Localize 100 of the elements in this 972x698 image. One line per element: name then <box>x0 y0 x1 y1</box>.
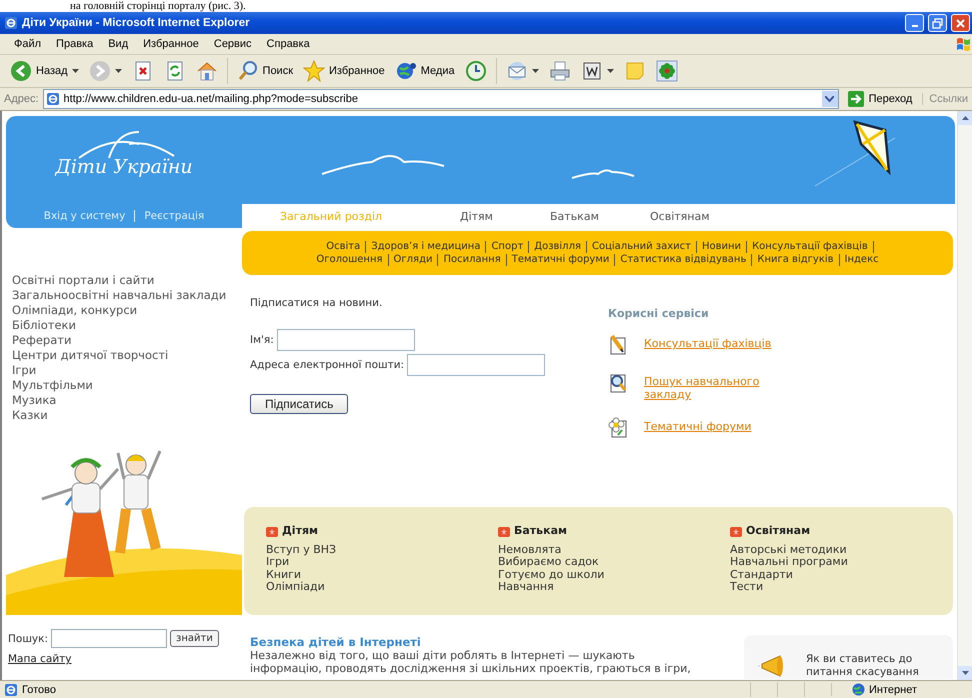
sidebar-link[interactable]: Загальноосвітні навчальні заклади <box>12 288 242 303</box>
poll-question: питання скасування <box>806 666 919 679</box>
bullet-icon <box>498 526 510 537</box>
address-label: Адрес: <box>4 93 39 105</box>
address-field[interactable]: http://www.children.edu-ua.net/mailing.php?mode=subscribe <box>42 89 839 109</box>
subnav-link[interactable]: Огляди <box>388 254 438 266</box>
search-field[interactable] <box>51 629 168 648</box>
maximize-button[interactable] <box>928 14 947 32</box>
category-link[interactable]: Стандарти <box>730 568 953 581</box>
close-button[interactable] <box>951 14 970 32</box>
go-button[interactable]: Переход <box>842 90 918 108</box>
subnav-link[interactable]: Тематичні форуми <box>506 254 616 266</box>
printer-icon <box>548 60 571 82</box>
category-link[interactable]: Вступ у ВНЗ <box>266 544 498 556</box>
subnav-link[interactable]: Освіта <box>321 240 366 252</box>
dropdown-caret-icon <box>532 68 539 74</box>
menu-item[interactable]: Избранное <box>137 37 205 51</box>
search-label: Пошук: <box>8 632 48 644</box>
section-tab[interactable]: Батькам <box>550 210 650 222</box>
magnifier-icon <box>608 372 628 394</box>
scroll-down-icon <box>962 671 968 675</box>
subnav-link[interactable]: Новини <box>696 240 748 252</box>
category-link[interactable]: Вибираємо садок <box>498 556 730 568</box>
pencil-icon <box>608 334 628 356</box>
category-link[interactable]: Тести <box>730 581 953 594</box>
windows-logo-icon <box>954 35 972 53</box>
sidebar-link[interactable]: Олімпіади, конкурси <box>12 303 242 318</box>
category-heading[interactable]: Батькам <box>514 525 568 538</box>
sticky-note-icon <box>624 60 646 82</box>
minimize-button[interactable] <box>905 14 924 32</box>
category-link[interactable]: Немовлята <box>498 544 730 556</box>
favorites-button[interactable]: Избранное <box>299 57 389 85</box>
section-tab[interactable]: Освітянам <box>650 210 750 222</box>
bullet-icon <box>730 526 742 537</box>
subnav-link[interactable]: Консультації фахівців <box>747 240 874 252</box>
category-heading[interactable]: Освітянам <box>746 525 810 538</box>
subnav-link[interactable]: Індекс <box>840 254 884 266</box>
article-title[interactable]: Безпека дітей в Інтернеті <box>250 635 730 649</box>
sidebar-link[interactable]: Бібліотеки <box>12 318 242 333</box>
menu-item[interactable]: Справка <box>260 37 316 51</box>
email-field[interactable] <box>407 354 546 376</box>
flower-icon <box>656 60 678 82</box>
name-label: Ім'я: <box>250 334 274 346</box>
close-icon <box>955 18 966 28</box>
sidebar-link[interactable]: Музика <box>12 393 242 408</box>
scroll-up-icon <box>962 116 968 120</box>
dropdown-caret-icon <box>114 68 122 74</box>
subnav-link[interactable]: Здоров’я і медицина <box>366 240 486 252</box>
subnav-link[interactable]: Спорт <box>486 240 530 252</box>
sidebar-link[interactable]: Освітні портали і сайти <box>12 273 242 288</box>
menu-item[interactable]: Вид <box>102 37 134 51</box>
flower-document-icon <box>608 417 628 439</box>
window-title: Діти України - Microsoft Internet Explorer <box>22 17 251 29</box>
category-link[interactable]: Готуємо до школи <box>498 568 730 581</box>
scrollbar[interactable] <box>957 111 972 680</box>
article-text: інформацію, проводять дослідження зі шкільних проектів, граються в ігри, <box>250 662 692 675</box>
media-button[interactable]: Медиа <box>390 57 459 85</box>
menu-item[interactable]: Файл <box>8 37 48 51</box>
dropdown-caret-icon <box>72 68 79 74</box>
status-text: Готово <box>22 684 57 696</box>
category-link[interactable]: Олімпіади <box>266 581 498 594</box>
sidebar-link[interactable]: Мультфільми <box>12 378 242 393</box>
category-link[interactable]: Книги <box>266 568 498 581</box>
subnav-link[interactable]: Книга відгуків <box>752 254 840 266</box>
minimize-icon <box>912 25 918 27</box>
search-icon <box>236 60 259 82</box>
sitemap-link[interactable]: Мапа сайту <box>8 653 72 665</box>
page-icon <box>4 682 18 696</box>
history-clock-icon <box>464 60 487 82</box>
category-heading[interactable]: Дітям <box>282 525 318 538</box>
search-button[interactable]: знайти <box>170 630 219 647</box>
sidebar-link[interactable]: Центри дитячої творчості <box>12 348 242 363</box>
article-text: Незалежно від того, що ваші діти роблять в Інтернеті — шукають <box>250 649 636 662</box>
star-icon <box>303 60 326 82</box>
category-link[interactable]: Ігри <box>266 556 498 568</box>
caption-text: на головній сторінці порталу (рис. 3). <box>70 0 246 12</box>
back-button[interactable]: Назад <box>6 57 83 85</box>
search-button[interactable]: Поиск <box>232 57 298 85</box>
subnav-link[interactable]: Посилання <box>438 254 507 266</box>
name-field[interactable] <box>276 329 415 351</box>
maximize-icon <box>932 18 943 28</box>
sidebar-link[interactable]: Казки <box>12 408 242 423</box>
category-link[interactable]: Навчання <box>498 581 730 594</box>
section-tab[interactable]: Дітям <box>460 210 550 222</box>
subnav-link[interactable]: Дозвілля <box>529 240 587 252</box>
bullet-icon <box>266 526 278 537</box>
category-link[interactable]: Навчальні програми <box>730 556 953 568</box>
sidebar-link[interactable]: Ігри <box>12 363 242 378</box>
subnav-link[interactable]: Соціальний захист <box>586 240 697 252</box>
subnav-link[interactable]: Оголошення <box>311 254 389 266</box>
category-link[interactable]: Авторські методики <box>730 544 953 556</box>
menu-item[interactable]: Правка <box>50 37 100 51</box>
subnav-link[interactable]: Статистика відвідувань <box>615 254 752 266</box>
email-label: Адреса електронної пошти: <box>250 359 404 371</box>
globe-icon <box>394 60 417 82</box>
form-heading: Підписатися на новини. <box>250 297 384 309</box>
word-document-icon <box>580 60 603 82</box>
menu-item[interactable]: Сервис <box>208 37 258 51</box>
sidebar-link[interactable]: Реферати <box>12 333 242 348</box>
subscribe-button[interactable]: Підписатись <box>250 394 348 414</box>
